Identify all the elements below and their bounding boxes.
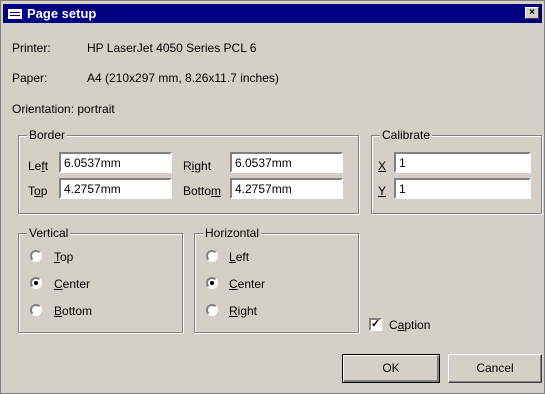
- cancel-button[interactable]: Cancel: [448, 354, 542, 383]
- horizontal-right-radio[interactable]: [206, 304, 218, 316]
- vertical-bottom-radio[interactable]: [30, 304, 42, 316]
- horizontal-group-title: Horizontal: [203, 226, 262, 240]
- window-menu-icon[interactable]: [8, 9, 22, 19]
- calibrate-x-label: X: [378, 159, 387, 173]
- horizontal-right-label: Right: [229, 304, 258, 318]
- left-margin-input[interactable]: [59, 152, 172, 173]
- calibrate-group-title: Calibrate: [380, 128, 433, 142]
- top-margin-input[interactable]: [59, 178, 172, 199]
- vertical-center-radio[interactable]: [30, 277, 42, 289]
- vertical-group-title: Vertical: [27, 226, 71, 240]
- horizontal-left-radio[interactable]: [206, 250, 218, 262]
- window-title: Page setup: [27, 6, 97, 21]
- bottom-label: Bottom: [183, 184, 222, 198]
- right-label: Right: [183, 159, 212, 173]
- vertical-top-label: Top: [54, 250, 74, 264]
- horizontal-left-label: Left: [229, 250, 250, 264]
- right-margin-input[interactable]: [230, 152, 343, 173]
- top-label: Top: [28, 184, 48, 198]
- printer-value: HP LaserJet 4050 Series PCL 6: [87, 41, 257, 55]
- border-group-title: Border: [27, 128, 68, 142]
- border-group: Border: [18, 128, 359, 214]
- vertical-center-label: Center: [54, 277, 91, 291]
- calibrate-group: Calibrate: [371, 128, 542, 214]
- title-bar[interactable]: Page setup ×: [3, 4, 542, 23]
- calibrate-y-input[interactable]: [394, 178, 531, 199]
- bottom-margin-input[interactable]: [230, 178, 343, 199]
- caption-checkbox[interactable]: ✓: [369, 318, 382, 331]
- caption-label: Caption: [389, 318, 431, 332]
- horizontal-center-radio[interactable]: [206, 277, 218, 289]
- calibrate-x-input[interactable]: [394, 152, 531, 173]
- horizontal-group: Horizontal: [194, 226, 359, 333]
- orientation-text: Orientation: portrait: [12, 102, 115, 116]
- left-label: Left: [28, 159, 49, 173]
- vertical-top-radio[interactable]: [30, 250, 42, 262]
- close-button[interactable]: ×: [525, 7, 539, 19]
- vertical-group: Vertical: [18, 226, 183, 333]
- printer-label: Printer:: [12, 41, 51, 55]
- vertical-bottom-label: Bottom: [54, 304, 93, 318]
- horizontal-center-label: Center: [229, 277, 266, 291]
- ok-button[interactable]: OK: [342, 354, 440, 383]
- page-setup-dialog: Page setup × Printer: HP LaserJet 4050 S…: [0, 0, 545, 394]
- paper-value: A4 (210x297 mm, 8.26x11.7 inches): [87, 71, 279, 85]
- paper-label: Paper:: [12, 71, 48, 85]
- calibrate-y-label: Y: [378, 184, 387, 198]
